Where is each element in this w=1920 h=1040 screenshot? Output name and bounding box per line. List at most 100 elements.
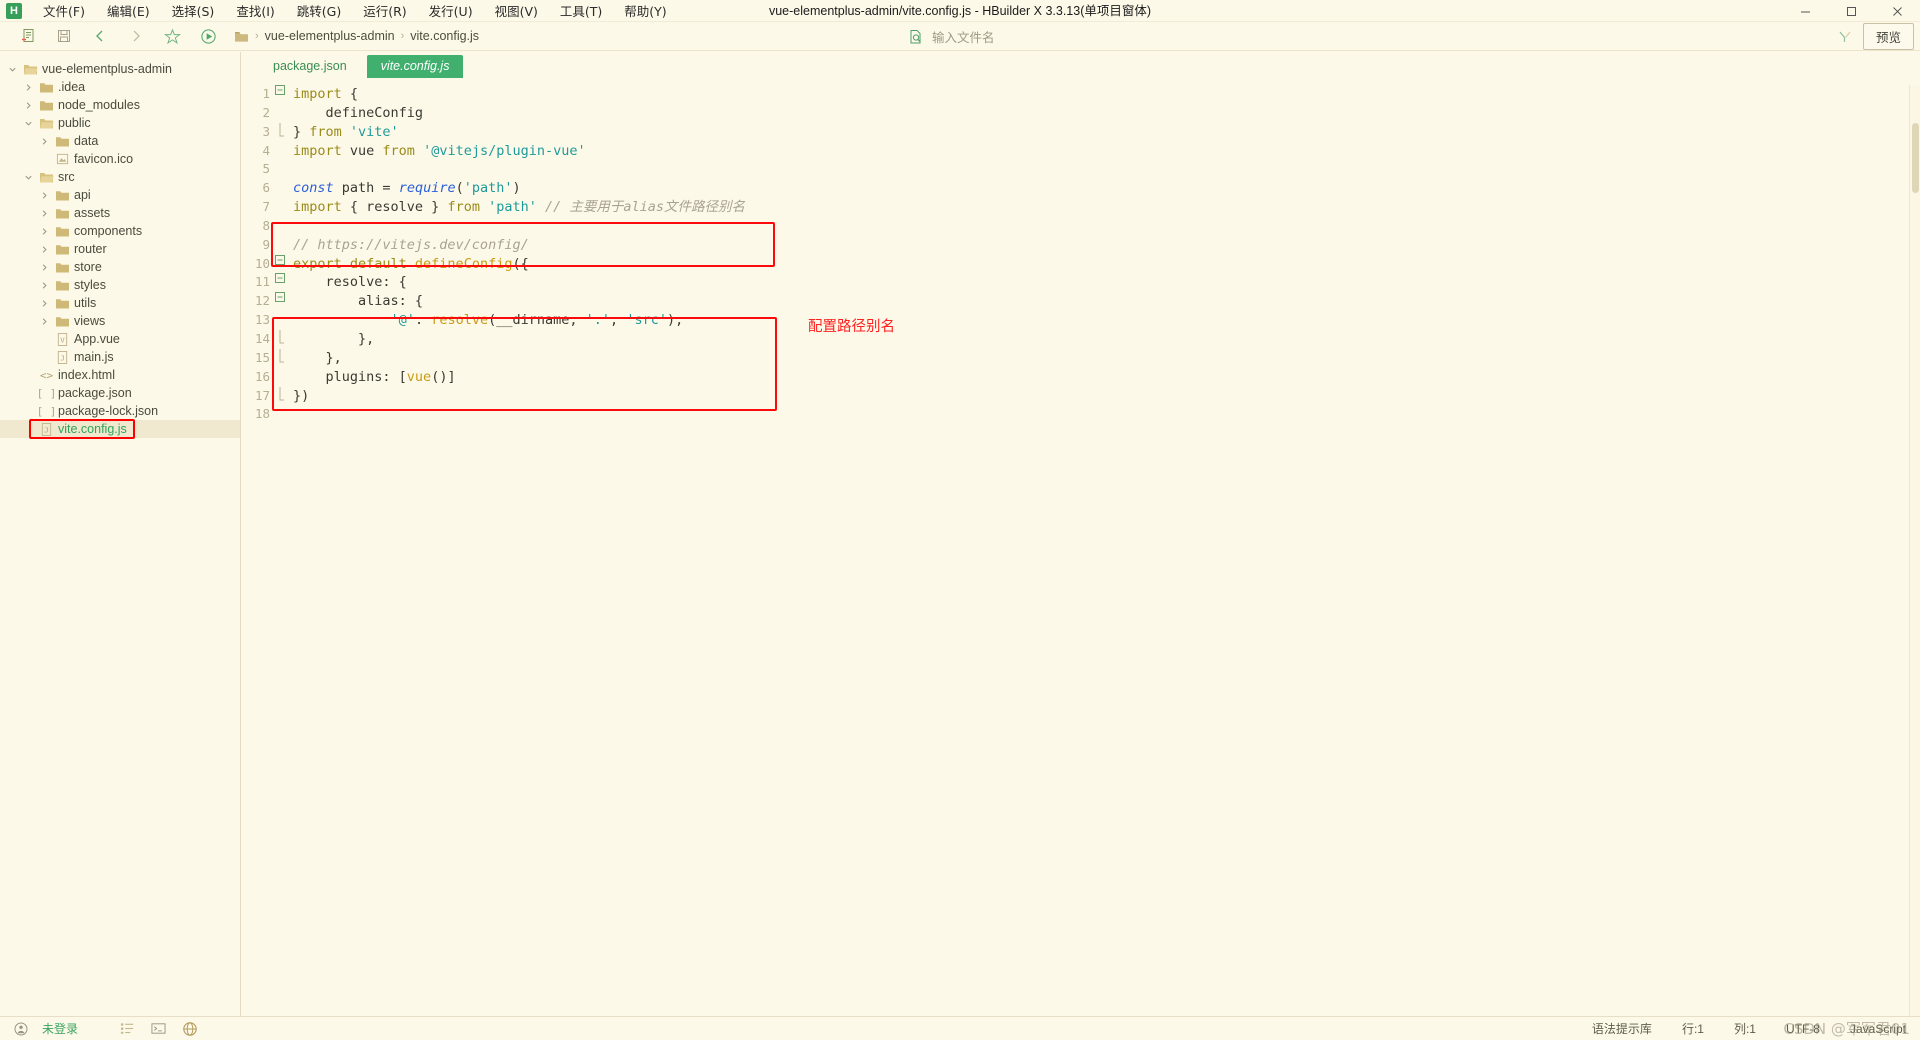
editor-scroll-thumb[interactable] [1912,123,1919,193]
breadcrumb-project[interactable]: vue-elementplus-admin [265,29,395,43]
file-search[interactable]: 输入文件名 [908,22,995,51]
chevron-collapsed-icon[interactable] [40,137,54,146]
code-line-17[interactable]: 17}) [241,386,1920,406]
tree-item-src[interactable]: src [0,168,240,186]
tree-item-app-vue[interactable]: V App.vue [0,330,240,348]
code-line-16[interactable]: 16 plugins: [vue()] [241,368,1920,387]
fold-minus-icon[interactable] [275,85,290,104]
tree-item-public[interactable]: public [0,114,240,132]
forward-icon[interactable] [120,24,152,48]
chevron-collapsed-icon[interactable] [40,209,54,218]
menu-file[interactable]: 文件(F) [32,0,96,22]
tree-item-vue-elementplus-admin[interactable]: vue-elementplus-admin [0,60,240,78]
code-line-6[interactable]: 6 const path = require('path') [241,179,1920,198]
globe-icon[interactable] [182,1021,198,1037]
code-line-2[interactable]: 2 defineConfig [241,104,1920,123]
back-icon[interactable] [84,24,116,48]
code-line-10[interactable]: 10 export default defineConfig({ [241,254,1920,274]
code-line-4[interactable]: 4 import vue from '@vitejs/plugin-vue' [241,142,1920,161]
tab-vite-config-js[interactable]: vite.config.js [366,55,464,78]
run-icon[interactable] [192,24,224,48]
preview-button[interactable]: 预览 [1862,23,1914,50]
chevron-collapsed-icon[interactable] [40,227,54,236]
chevron-expanded-icon[interactable] [8,65,22,74]
tree-item-favicon-ico[interactable]: favicon.ico [0,150,240,168]
filter-icon[interactable] [1837,29,1853,45]
code-line-15[interactable]: 15 }, [241,348,1920,368]
code-line-3[interactable]: 3} from 'vite' [241,122,1920,142]
account-status[interactable]: 未登录 [42,1020,78,1037]
tree-item-package-lock-json[interactable]: [ ] package-lock.json [0,402,240,420]
breadcrumb-file[interactable]: vite.config.js [410,29,479,43]
file-tree: vue-elementplus-admin .idea node_modules pu… [0,60,240,439]
chevron-collapsed-icon[interactable] [40,281,54,290]
menu-help[interactable]: 帮助(Y) [613,0,677,22]
save-icon[interactable] [48,24,80,48]
code-line-12[interactable]: 12 alias: { [241,292,1920,311]
tree-item-styles[interactable]: styles [0,276,240,294]
fold-minus-icon[interactable] [275,273,290,292]
minimize-button[interactable] [1782,0,1828,22]
code-token: from [382,142,424,159]
menu-publish[interactable]: 发行(U) [418,0,484,22]
tree-item-router[interactable]: router [0,240,240,258]
grammar-library-status[interactable]: 语法提示库 [1592,1020,1652,1037]
chevron-collapsed-icon[interactable] [40,299,54,308]
chevron-collapsed-icon[interactable] [24,83,38,92]
chevron-expanded-icon[interactable] [24,119,38,128]
menu-view[interactable]: 视图(V) [484,0,549,22]
tree-item-views[interactable]: views [0,312,240,330]
tree-item--idea[interactable]: .idea [0,78,240,96]
fold-minus-icon[interactable] [275,292,290,311]
menu-run[interactable]: 运行(R) [352,0,417,22]
tree-item-node-modules[interactable]: node_modules [0,96,240,114]
maximize-button[interactable] [1828,0,1874,22]
tree-item-vite-config-js[interactable]: Jvite.config.js [0,419,240,439]
chevron-collapsed-icon[interactable] [40,191,54,200]
code-line-9[interactable]: 9 // https://vitejs.dev/config/ [241,236,1920,255]
code-line-8[interactable]: 8 [241,217,1920,236]
chevron-collapsed-icon[interactable] [40,245,54,254]
tree-item-index-html[interactable]: <> index.html [0,366,240,384]
fold-minus-icon[interactable] [275,254,290,274]
menu-tools[interactable]: 工具(T) [549,0,613,22]
new-file-icon[interactable] [12,24,44,48]
code-line-14[interactable]: 14 }, [241,329,1920,349]
tree-item-data[interactable]: data [0,132,240,150]
code-line-7[interactable]: 7 import { resolve } from 'path' // 主要用于a… [241,198,1920,217]
code-line-5[interactable]: 5 [241,160,1920,179]
menu-find[interactable]: 查找(I) [225,0,285,22]
chevron-collapsed-icon[interactable] [24,101,38,110]
terminal-icon[interactable] [151,1021,166,1036]
tree-item-components[interactable]: components [0,222,240,240]
chevron-collapsed-icon[interactable] [40,317,54,326]
code-line-13[interactable]: 13 '@': resolve(__dirname, '.', 'src'), [241,311,1920,330]
tree-item-utils[interactable]: utils [0,294,240,312]
code-line-11[interactable]: 11 resolve: { [241,273,1920,292]
tab-package-json[interactable]: package.json [259,55,361,78]
tree-item-package-json[interactable]: [ ] package.json [0,384,240,402]
code-line-text: import vue from '@vitejs/plugin-vue' [290,142,586,161]
code-token: (__dirname, [488,312,586,329]
tree-item-assets[interactable]: assets [0,204,240,222]
code-line-18[interactable]: 18 [241,405,1920,424]
menu-goto[interactable]: 跳转(G) [286,0,352,22]
code-content[interactable]: 1 import {2 defineConfig 3} from 'vite' 4 im… [241,85,1920,424]
close-button[interactable] [1874,0,1920,22]
outline-icon[interactable] [120,1021,135,1036]
menu-select[interactable]: 选择(S) [161,0,226,22]
file-search-input[interactable]: 输入文件名 [932,27,995,46]
editor-vertical-scrollbar[interactable] [1909,85,1920,1016]
tree-item-store[interactable]: store [0,258,240,276]
tree-item-main-js[interactable]: Jmain.js [0,348,240,366]
code-line-1[interactable]: 1 import { [241,85,1920,104]
chevron-collapsed-icon[interactable] [40,263,54,272]
chevron-expanded-icon[interactable] [24,173,38,182]
tree-item-api[interactable]: api [0,186,240,204]
star-icon[interactable] [156,24,188,48]
code-viewport[interactable]: 1 import {2 defineConfig 3} from 'vite' 4 im… [241,85,1920,1016]
menu-edit[interactable]: 编辑(E) [96,0,161,22]
account-icon[interactable] [14,1022,28,1036]
